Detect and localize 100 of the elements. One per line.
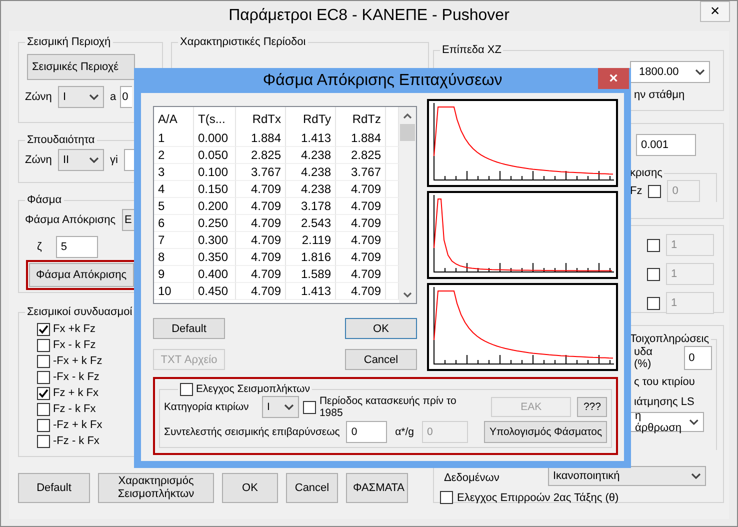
regions-button[interactable]: Σεισμικές Περιοχέ bbox=[27, 54, 135, 80]
compute-button[interactable]: Υπολογισμός Φάσματος bbox=[484, 421, 607, 443]
chevron-down-icon bbox=[88, 157, 99, 163]
table-cell: 0.000 bbox=[194, 130, 236, 147]
checkbox[interactable] bbox=[37, 386, 50, 400]
table-cell: 0.050 bbox=[194, 147, 236, 164]
table-cell: 4.238 bbox=[286, 147, 336, 164]
field-label: ην στάθμη bbox=[634, 89, 686, 101]
table-cell: 0.250 bbox=[194, 215, 236, 232]
checkbox-label: Ελεγχος Επιρροών 2ας Τάξης (θ) bbox=[457, 492, 619, 504]
checkbox[interactable] bbox=[440, 491, 453, 504]
checkbox[interactable] bbox=[37, 338, 50, 352]
button[interactable]: OK bbox=[222, 473, 278, 503]
checkbox[interactable] bbox=[37, 434, 50, 448]
dropdown[interactable]: I bbox=[262, 396, 300, 418]
input-field[interactable]: 0 bbox=[346, 421, 388, 443]
table-cell: 4.709 bbox=[336, 232, 386, 249]
checkbox[interactable] bbox=[648, 184, 662, 198]
group-legend: Επίπεδα XZ bbox=[440, 43, 504, 57]
table-cell: 1.884 bbox=[236, 130, 286, 147]
group-legend: Σεισμικοί συνδυασμοί bbox=[25, 305, 134, 319]
field-label: a bbox=[110, 91, 116, 103]
field-label: Ζώνη bbox=[25, 154, 52, 166]
close-button[interactable]: × bbox=[700, 1, 730, 22]
checkbox[interactable] bbox=[37, 354, 50, 368]
checkbox-label: -Fz + k Fx bbox=[53, 419, 102, 431]
input-field[interactable]: 5 bbox=[56, 236, 98, 258]
checkbox[interactable] bbox=[647, 296, 660, 310]
table-cell: 4.238 bbox=[286, 181, 336, 198]
input-field[interactable] bbox=[124, 149, 134, 171]
table-cell: 2.825 bbox=[336, 147, 386, 164]
checkbox[interactable] bbox=[303, 400, 316, 414]
close-button[interactable]: × bbox=[598, 68, 629, 89]
dropdown[interactable]: Ικανοποιητική bbox=[548, 466, 706, 486]
input-field[interactable]: 0 bbox=[684, 346, 712, 370]
checkbox[interactable] bbox=[37, 418, 50, 432]
table-cell: 3.767 bbox=[336, 164, 386, 181]
checkbox[interactable] bbox=[37, 402, 50, 416]
table-cell: 1.589 bbox=[286, 266, 336, 283]
checkbox[interactable] bbox=[37, 322, 50, 336]
table-cell: 0.300 bbox=[194, 232, 236, 249]
help-button[interactable]: ??? bbox=[577, 397, 607, 417]
button[interactable]: OK bbox=[345, 318, 417, 339]
scroll-down-icon[interactable] bbox=[403, 292, 412, 298]
spectrum-button[interactable]: Φάσμα Απόκρισης bbox=[29, 263, 134, 287]
table-cell: 2.119 bbox=[286, 232, 336, 249]
checkbox-label: Fz - k Fx bbox=[53, 403, 96, 415]
chevron-down-icon bbox=[689, 419, 699, 425]
button[interactable]: Χαρακτηρισμός Σεισμοπλήκτων bbox=[98, 473, 214, 503]
checkbox[interactable] bbox=[647, 238, 660, 252]
field-label: α*/g bbox=[395, 426, 414, 438]
table-cell: 0.400 bbox=[194, 266, 236, 283]
button[interactable]: Default bbox=[153, 318, 225, 339]
field-label: γi bbox=[110, 154, 118, 166]
column-header[interactable]: RdTy bbox=[286, 107, 336, 130]
dropdown[interactable]: II bbox=[58, 149, 104, 171]
group-legend: Χαρακτηριστικές Περίοδοι bbox=[178, 35, 308, 49]
table-cell: 7 bbox=[154, 232, 194, 249]
table-cell: 4 bbox=[154, 181, 194, 198]
checkbox-label: Fx +k Fz bbox=[53, 323, 96, 335]
field-label: Δεδομένων bbox=[444, 472, 500, 484]
table-cell: 4.709 bbox=[336, 283, 386, 300]
dropdown[interactable]: η άρθρωση bbox=[630, 412, 704, 432]
scroll-thumb[interactable] bbox=[400, 124, 415, 141]
scroll-up-icon[interactable] bbox=[403, 112, 412, 118]
window-title: Παράμετροι EC8 - ΚΑΝΕΠΕ - Pushover bbox=[228, 7, 510, 25]
column-header[interactable]: A/A bbox=[154, 107, 194, 130]
table-cell: 3.178 bbox=[286, 198, 336, 215]
column-header[interactable]: T(s... bbox=[194, 107, 236, 130]
table-cell: 0.100 bbox=[194, 164, 236, 181]
table-cell: 3.767 bbox=[236, 164, 286, 181]
checkbox-label: Fz + k Fx bbox=[53, 387, 99, 399]
table-cell: 1 bbox=[154, 130, 194, 147]
field-label: Συντελεστής σεισμικής επιβαρύνσεως bbox=[164, 426, 341, 438]
group-legend: Τοιχοπληρώσεις bbox=[628, 332, 712, 346]
button[interactable]: Default bbox=[18, 473, 90, 503]
dropdown[interactable]: Ε bbox=[122, 209, 134, 231]
button[interactable]: ΦΑΣΜΑΤΑ bbox=[346, 473, 408, 503]
table-cell: 0.200 bbox=[194, 198, 236, 215]
scrollbar[interactable] bbox=[399, 107, 416, 303]
table-cell: 4.709 bbox=[236, 266, 286, 283]
column-header[interactable]: RdTx bbox=[236, 107, 286, 130]
table-cell: 4.709 bbox=[236, 249, 286, 266]
field-label: υδα (%) bbox=[634, 346, 654, 370]
field-label: ς του κτιρίου bbox=[634, 376, 696, 388]
checkbox[interactable] bbox=[647, 268, 660, 280]
button[interactable]: Cancel bbox=[345, 349, 417, 370]
table-cell: 1.413 bbox=[286, 283, 336, 300]
button[interactable]: Cancel bbox=[286, 473, 338, 503]
checkbox-label: Περίοδος κατασκευής πρίν το 1985 bbox=[319, 395, 458, 419]
dropdown[interactable]: I bbox=[58, 86, 104, 108]
checkbox[interactable] bbox=[37, 370, 50, 384]
input-field[interactable]: 0 bbox=[120, 86, 132, 108]
dropdown[interactable]: 1800.00 bbox=[630, 61, 710, 83]
checkbox[interactable] bbox=[180, 382, 193, 396]
input-field[interactable]: 0.001 bbox=[636, 134, 696, 156]
table-cell: 4.709 bbox=[336, 198, 386, 215]
table-cell: 1.884 bbox=[336, 130, 386, 147]
field-label: Ζώνη bbox=[25, 91, 52, 103]
column-header[interactable]: RdTz bbox=[336, 107, 386, 130]
